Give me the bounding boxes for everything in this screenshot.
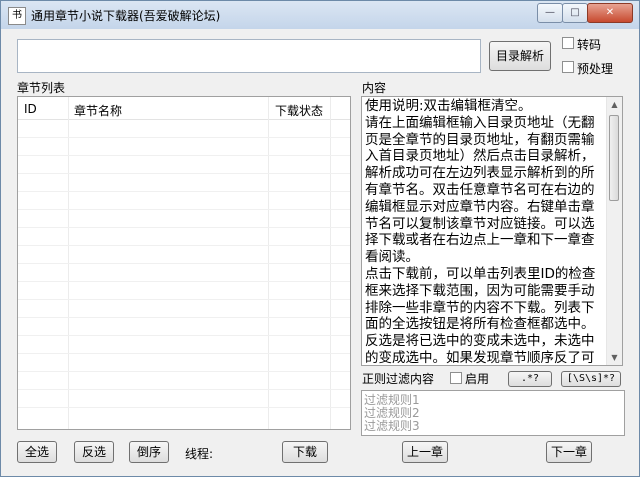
row-divider [18,371,350,372]
row-divider [18,389,350,390]
enable-filter-label: 启用 [465,372,490,386]
column-header-chapter-name[interactable]: 章节名称 [74,102,122,119]
row-divider [18,281,350,282]
prev-chapter-button[interactable]: 上一章 [402,441,448,463]
row-divider [18,353,350,354]
row-divider [18,407,350,408]
transcode-label: 转码 [577,38,602,52]
select-all-button[interactable]: 全选 [17,441,57,463]
scroll-down-icon[interactable]: ▼ [607,350,622,365]
minimize-button[interactable]: — [537,3,563,23]
main-window: 书 通用章节小说下载器(吾爱破解论坛) — □ ✕ 目录解析 转码 预处理 章节… [0,0,640,477]
app-icon: 书 [8,7,26,25]
filter-rules-input[interactable]: 过滤规则1 过滤规则2 过滤规则3 [361,390,625,436]
download-button[interactable]: 下载 [282,441,328,463]
chapter-list[interactable]: ID 章节名称 下载状态 [17,96,351,430]
title-bar[interactable]: 书 通用章节小说下载器(吾爱破解论坛) — □ ✕ [1,1,639,29]
pattern-any-button[interactable]: [\S\s]*? [561,371,621,387]
url-input[interactable] [17,39,481,73]
threads-label: 线程: [185,447,214,461]
column-header-id[interactable]: ID [24,102,37,116]
content-scrollbar[interactable]: ▲ ▼ [606,97,622,365]
content-text: 使用说明:双击编辑框清空。 请在上面编辑框输入目录页地址（无翻页是全章节的目录页… [365,98,596,366]
row-divider [18,137,350,138]
window-title: 通用章节小说下载器(吾爱破解论坛) [31,9,221,23]
preprocess-checkbox[interactable] [562,61,574,73]
transcode-checkbox[interactable] [562,37,574,49]
regex-filter-label: 正则过滤内容 [362,372,435,386]
row-divider [18,227,350,228]
scroll-thumb[interactable] [609,115,619,201]
reverse-order-button[interactable]: 倒序 [129,441,169,463]
column-header-download-status[interactable]: 下载状态 [275,102,323,119]
scroll-up-icon[interactable]: ▲ [607,97,622,112]
row-divider [18,173,350,174]
maximize-button[interactable]: □ [562,3,588,23]
row-divider [18,317,350,318]
row-divider [18,335,350,336]
chapter-list-title: 章节列表 [17,81,66,95]
next-chapter-button[interactable]: 下一章 [546,441,592,463]
enable-filter-checkbox[interactable] [450,372,462,384]
row-divider [18,263,350,264]
content-title: 内容 [362,81,387,95]
pattern-lazy-button[interactable]: .*? [508,371,552,387]
invert-selection-button[interactable]: 反选 [74,441,114,463]
close-button[interactable]: ✕ [587,3,633,23]
row-divider [18,191,350,192]
row-divider [18,209,350,210]
row-divider [18,299,350,300]
parse-directory-button[interactable]: 目录解析 [489,41,551,71]
filter-rule-3: 过滤规则3 [364,419,420,433]
row-divider [18,245,350,246]
preprocess-label: 预处理 [577,62,614,76]
content-editor[interactable]: 使用说明:双击编辑框清空。 请在上面编辑框输入目录页地址（无翻页是全章节的目录页… [361,96,623,366]
row-divider [18,155,350,156]
